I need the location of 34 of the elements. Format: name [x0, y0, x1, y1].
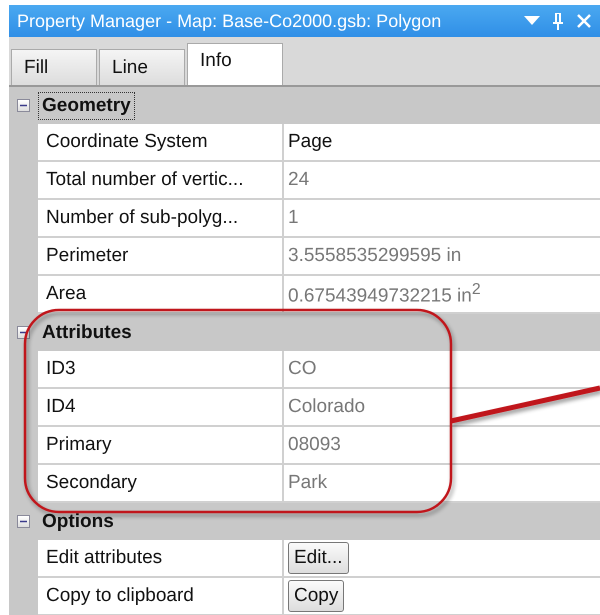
property-label: Area — [38, 276, 282, 314]
tab[interactable]: Line — [99, 49, 185, 85]
section-header[interactable]: Attributes — [38, 318, 136, 346]
window-title: Property Manager - Map: Base-Co2000.gsb: Polygon — [17, 10, 442, 32]
property-label: Perimeter — [38, 238, 282, 276]
property-label: Secondary — [38, 465, 282, 503]
collapse-icon[interactable] — [17, 515, 30, 528]
property-label: Copy to clipboard — [38, 578, 282, 615]
property-value: 3.5558535299595 in — [282, 238, 600, 276]
property-value: Colorado — [282, 389, 600, 427]
property-value: 1 — [282, 200, 600, 238]
property-value: Park — [282, 465, 600, 503]
action-button[interactable]: Copy — [288, 580, 344, 612]
property-value: 24 — [282, 162, 600, 200]
close-icon[interactable] — [576, 13, 592, 29]
property-value: 08093 — [282, 427, 600, 465]
section-header[interactable]: Options — [38, 508, 118, 536]
section-header[interactable]: Geometry — [38, 92, 135, 120]
property-label: Total number of vertic... — [38, 162, 282, 200]
property-label: Edit attributes — [38, 540, 282, 578]
property-label: ID3 — [38, 351, 282, 389]
property-label: ID4 — [38, 389, 282, 427]
property-value: 0.67543949732215 in$^{2}$ — [282, 276, 600, 314]
property-label: Number of sub-polyg... — [38, 200, 282, 238]
dropdown-icon[interactable] — [524, 16, 540, 26]
property-value: CO — [282, 351, 600, 389]
property-label: Coordinate System — [38, 124, 282, 162]
collapse-icon[interactable] — [17, 99, 30, 112]
property-value[interactable]: Page — [282, 124, 600, 162]
action-button[interactable]: Edit... — [288, 542, 349, 574]
property-label: Primary — [38, 427, 282, 465]
tab[interactable]: Info — [187, 43, 283, 85]
tab[interactable]: Fill — [11, 49, 97, 85]
pin-icon[interactable] — [552, 12, 564, 30]
